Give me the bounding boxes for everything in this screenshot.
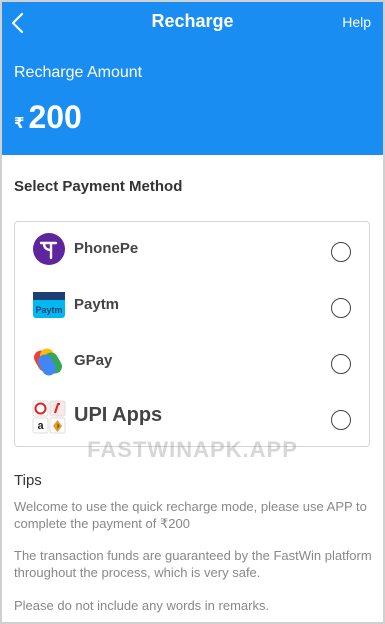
upi-apps-icon: a [32, 400, 66, 434]
recharge-header: Recharge Help Recharge Amount ₹ 200 [0, 0, 385, 155]
payment-method-list: PhonePe Paytm Paytm GPay a UPI Apps [14, 221, 370, 447]
payment-option-upi-apps[interactable]: a UPI Apps [15, 392, 369, 440]
tip-text: Please do not include any words in remar… [14, 598, 270, 613]
svg-text:a: a [37, 420, 44, 432]
tip-text: Welcome to use the quick recharge mode, … [14, 499, 367, 531]
payment-option-paytm[interactable]: Paytm Paytm [15, 280, 369, 328]
svg-text:Paytm: Paytm [35, 305, 62, 315]
recharge-amount-label: Recharge Amount [14, 64, 143, 81]
currency-symbol: ₹ [14, 115, 25, 132]
payment-option-gpay[interactable]: GPay [15, 336, 369, 384]
paytm-icon: Paytm [33, 292, 65, 318]
phonepe-icon [33, 233, 65, 265]
recharge-amount: ₹ 200 [14, 99, 82, 136]
paytm-radio[interactable] [331, 298, 351, 318]
method-label: GPay [74, 352, 113, 369]
select-payment-title: Select Payment Method [14, 178, 183, 195]
payment-option-phonepe[interactable]: PhonePe [15, 224, 369, 272]
page-title: Recharge [151, 11, 234, 31]
gpay-radio[interactable] [331, 354, 351, 374]
upi-apps-radio[interactable] [331, 410, 351, 430]
amount-value: 200 [28, 99, 82, 135]
help-link[interactable]: Help [342, 14, 371, 30]
tips-title: Tips [14, 472, 42, 489]
phonepe-radio[interactable] [331, 242, 351, 262]
method-label: UPI Apps [74, 404, 163, 426]
watermark: FASTWINAPK.APP [87, 437, 298, 462]
gpay-icon [34, 348, 62, 376]
method-label: PhonePe [74, 240, 139, 257]
method-label: Paytm [74, 296, 120, 313]
tip-text: The transaction funds are guaranteed by … [14, 548, 372, 580]
